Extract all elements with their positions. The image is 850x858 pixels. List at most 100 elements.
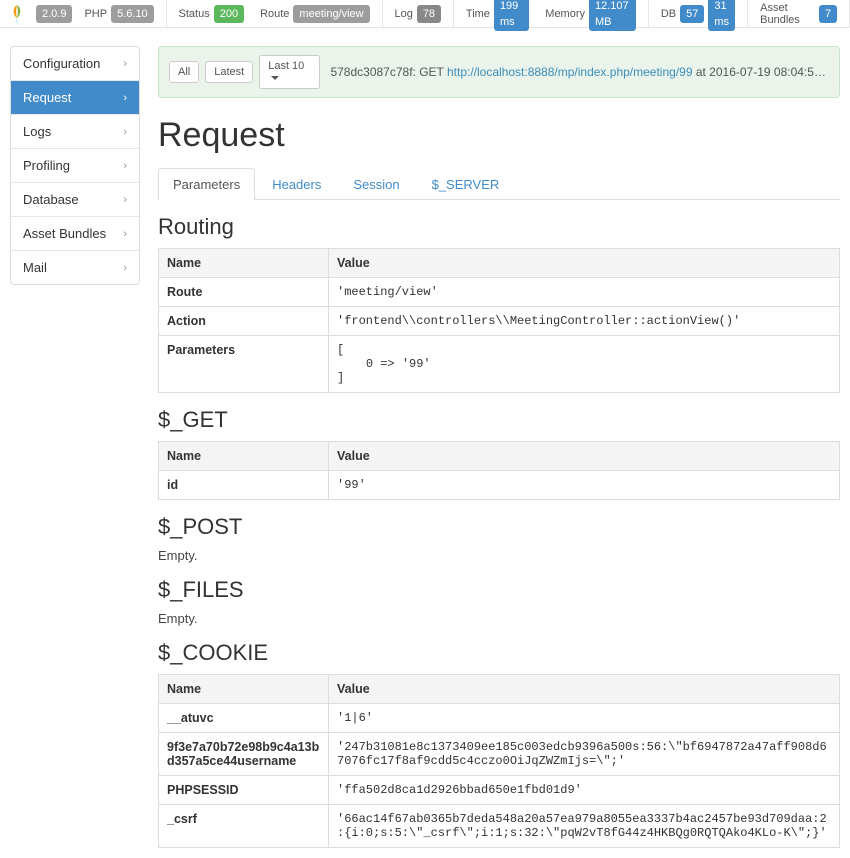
row-name: PHPSESSID <box>159 776 329 805</box>
col-name: Name <box>159 675 329 704</box>
row-name: Parameters <box>159 336 329 393</box>
memory-badge: 12.107 MB <box>589 0 636 31</box>
tab-headers[interactable]: Headers <box>257 168 336 200</box>
sidebar-item-label: Database <box>23 192 79 207</box>
status-label: Status <box>179 8 210 20</box>
row-value: 'meeting/view' <box>329 278 840 307</box>
route-badge: meeting/view <box>293 5 369 23</box>
route-group: Route meeting/view <box>256 5 374 23</box>
log-label: Log <box>394 8 412 20</box>
sidebar-item-label: Configuration <box>23 56 100 71</box>
time-label: Time <box>466 8 490 20</box>
route-label: Route <box>260 8 289 20</box>
last10-dropdown[interactable]: Last 10 <box>259 55 320 89</box>
section-get-title: $_GET <box>158 407 840 433</box>
chevron-right-icon: › <box>123 92 127 104</box>
table-row: Parameters[ 0 => '99' ] <box>159 336 840 393</box>
chevron-down-icon <box>271 76 279 80</box>
request-url-link[interactable]: http://localhost:8888/mp/index.php/meeti… <box>447 65 693 79</box>
cookie-table: Name Value __atuvc'1|6'9f3e7a70b72e98b9c… <box>158 674 840 848</box>
col-value: Value <box>329 249 840 278</box>
request-tail: at 2016-07-19 08:04:56 am by ::1 <box>693 65 830 79</box>
row-name: __atuvc <box>159 704 329 733</box>
tab-session[interactable]: Session <box>338 168 414 200</box>
row-name: _csrf <box>159 805 329 848</box>
assets-group[interactable]: Asset Bundles 7 <box>756 2 841 26</box>
sidebar-item-label: Mail <box>23 260 47 275</box>
request-hash-method: 578dc3087c78f: GET <box>330 65 443 79</box>
db-group[interactable]: DB 57 31 ms <box>657 0 740 31</box>
row-value: '99' <box>329 471 840 500</box>
db-time-badge: 31 ms <box>708 0 735 31</box>
sidebar-item-configuration[interactable]: Configuration› <box>11 47 139 81</box>
get-table: Name Value id'99' <box>158 441 840 500</box>
chevron-right-icon: › <box>123 126 127 138</box>
sidebar-item-label: Request <box>23 90 71 105</box>
col-name: Name <box>159 249 329 278</box>
row-value: '66ac14f67ab0365b7deda548a20a57ea979a805… <box>329 805 840 848</box>
time-group: Time 199 ms <box>462 0 533 31</box>
sidebar-item-label: Asset Bundles <box>23 226 106 241</box>
row-name: id <box>159 471 329 500</box>
yii-logo-icon <box>6 3 28 25</box>
col-value: Value <box>329 675 840 704</box>
table-row: _csrf'66ac14f67ab0365b7deda548a20a57ea97… <box>159 805 840 848</box>
tabs: ParametersHeadersSession$_SERVER <box>158 167 840 200</box>
php-group: PHP 5.6.10 <box>80 5 157 23</box>
sidebar-item-request[interactable]: Request › <box>11 81 139 115</box>
status-group: Status 200 <box>175 5 249 23</box>
sidebar: Configuration›Request›Logs›Profiling›Dat… <box>10 46 140 285</box>
memory-label: Memory <box>545 8 585 20</box>
section-files-title: $_FILES <box>158 577 840 603</box>
section-post-title: $_POST <box>158 514 840 540</box>
col-name: Name <box>159 442 329 471</box>
assets-label: Asset Bundles <box>760 2 815 26</box>
table-row: Route'meeting/view' <box>159 278 840 307</box>
files-empty: Empty. <box>158 611 840 626</box>
tab-parameters[interactable]: Parameters <box>158 168 255 200</box>
request-summary: 578dc3087c78f: GET http://localhost:8888… <box>330 65 829 79</box>
page-title: Request <box>158 116 840 155</box>
sidebar-item-logs[interactable]: Logs › <box>11 115 139 149</box>
chevron-right-icon: › <box>123 194 127 206</box>
row-name: Route <box>159 278 329 307</box>
sidebar-item-label: Logs <box>23 124 51 139</box>
post-empty: Empty. <box>158 548 840 563</box>
row-name: 9f3e7a70b72e98b9c4a13bd357a5ce44username <box>159 733 329 776</box>
latest-button[interactable]: Latest <box>205 61 253 83</box>
sidebar-item-database[interactable]: Database › <box>11 183 139 217</box>
php-label: PHP <box>84 8 107 20</box>
row-value: '1|6' <box>329 704 840 733</box>
table-row: id'99' <box>159 471 840 500</box>
time-badge: 199 ms <box>494 0 529 31</box>
php-version-badge: 5.6.10 <box>111 5 154 23</box>
routing-table: Name Value Route'meeting/view'Action'fro… <box>158 248 840 393</box>
debug-toolbar: 2.0.9 PHP 5.6.10 Status 200 Route meetin… <box>0 0 850 28</box>
table-row: Action'frontend\\controllers\\MeetingCon… <box>159 307 840 336</box>
section-routing-title: Routing <box>158 214 840 240</box>
col-value: Value <box>329 442 840 471</box>
db-count-badge: 57 <box>680 5 704 23</box>
yii-version-badge: 2.0.9 <box>36 5 72 23</box>
row-value: 'frontend\\controllers\\MeetingControlle… <box>329 307 840 336</box>
assets-badge: 7 <box>819 5 837 23</box>
sidebar-item-asset-bundles[interactable]: Asset Bundles › <box>11 217 139 251</box>
sidebar-item-mail[interactable]: Mail › <box>11 251 139 284</box>
tab--server[interactable]: $_SERVER <box>417 168 515 200</box>
row-value: 'ffa502d8ca1d2926bbad650e1fbd01d9' <box>329 776 840 805</box>
table-row: PHPSESSID'ffa502d8ca1d2926bbad650e1fbd01… <box>159 776 840 805</box>
memory-group: Memory 12.107 MB <box>541 0 640 31</box>
chevron-right-icon: › <box>123 228 127 240</box>
section-cookie-title: $_COOKIE <box>158 640 840 666</box>
row-value: '247b31081e8c1373409ee185c003edcb9396a50… <box>329 733 840 776</box>
table-row: __atuvc'1|6' <box>159 704 840 733</box>
all-button[interactable]: All <box>169 61 199 83</box>
content: All Latest Last 10 578dc3087c78f: GET ht… <box>158 46 840 858</box>
log-group[interactable]: Log 78 <box>390 5 445 23</box>
sidebar-item-label: Profiling <box>23 158 70 173</box>
chevron-right-icon: › <box>123 160 127 172</box>
row-name: Action <box>159 307 329 336</box>
chevron-right-icon: › <box>123 262 127 274</box>
table-row: 9f3e7a70b72e98b9c4a13bd357a5ce44username… <box>159 733 840 776</box>
sidebar-item-profiling[interactable]: Profiling › <box>11 149 139 183</box>
